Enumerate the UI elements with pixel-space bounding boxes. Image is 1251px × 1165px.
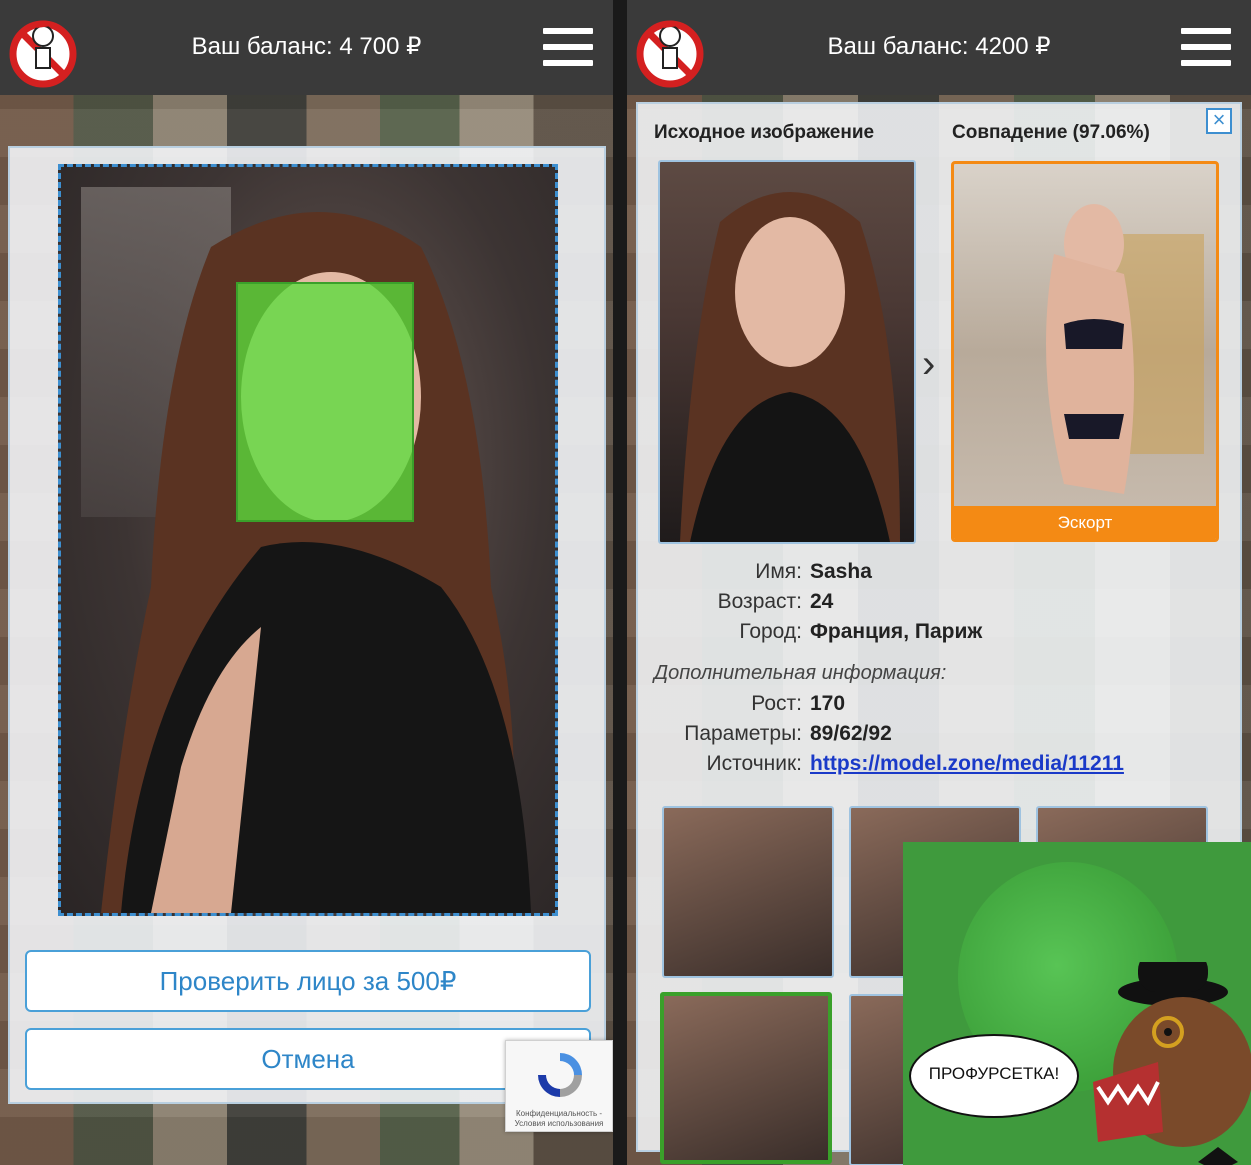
face-check-dialog: Проверить лицо за 500₽ Отмена <box>8 146 606 1104</box>
hamburger-menu-icon[interactable] <box>543 28 593 66</box>
params-label: Параметры: <box>684 722 802 745</box>
age-value: 24 <box>810 590 834 613</box>
recaptcha-badge[interactable]: Конфиденциальность - Условия использован… <box>505 1040 613 1132</box>
row-source: Источник: https://model.zone/media/11211 <box>638 752 1238 780</box>
header-bar: Ваш баланс: 4200 ₽ <box>627 0 1251 95</box>
bear-illustration <box>1093 962 1251 1165</box>
source-portrait <box>680 192 900 542</box>
hamburger-menu-icon[interactable] <box>1181 28 1231 66</box>
source-label: Источник: <box>706 752 802 775</box>
gallery-thumb-selected[interactable] <box>660 992 832 1164</box>
city-value: Франция, Париж <box>810 620 983 643</box>
name-value: Sasha <box>810 560 872 583</box>
portrait-illustration <box>101 212 531 913</box>
gallery-thumb[interactable] <box>662 806 834 978</box>
source-link[interactable]: https://model.zone/media/11211 <box>810 752 1124 776</box>
height-label: Рост: <box>751 692 802 715</box>
name-label: Имя: <box>755 560 802 583</box>
age-label: Возраст: <box>717 590 802 613</box>
root: Ваш баланс: 4 700 ₽ Проверить лицо за 50… <box>0 0 1251 1165</box>
match-photo[interactable]: Эскорт <box>951 161 1219 542</box>
recaptcha-icon <box>538 1053 582 1097</box>
height-value: 170 <box>810 692 846 715</box>
row-params: Параметры: 89/62/92 <box>638 722 1238 750</box>
match-category-label: Эскорт <box>954 506 1216 539</box>
source-image-title: Исходное изображение <box>654 122 875 143</box>
match-title: Совпадение (97.06%) <box>952 122 1150 143</box>
close-icon[interactable]: × <box>1206 108 1232 134</box>
uploaded-photo <box>58 164 558 916</box>
source-photo <box>658 160 916 544</box>
city-label: Город: <box>739 620 802 643</box>
row-city: Город: Франция, Париж <box>638 620 1238 648</box>
recaptcha-text[interactable]: Конфиденциальность - Условия использован… <box>508 1109 610 1129</box>
balance-label: Ваш баланс: 4200 ₽ <box>827 33 1051 60</box>
match-portrait <box>1046 204 1204 494</box>
extra-info-label: Дополнительная информация: <box>654 662 947 684</box>
left-screen: Ваш баланс: 4 700 ₽ Проверить лицо за 50… <box>0 0 613 1165</box>
row-age: Возраст: 24 <box>638 590 1238 618</box>
detected-face-box <box>236 282 414 522</box>
header-bar: Ваш баланс: 4 700 ₽ <box>0 0 613 95</box>
balance-label: Ваш баланс: 4 700 ₽ <box>191 33 422 60</box>
check-face-button[interactable]: Проверить лицо за 500₽ <box>25 950 591 1012</box>
row-name: Имя: Sasha <box>638 560 1238 588</box>
speech-bubble: ПРОФУРСЕТКА! <box>909 1034 1079 1118</box>
speech-bubble-text: ПРОФУРСЕТКА! <box>928 1064 1060 1083</box>
chevron-right-icon: › <box>922 342 936 386</box>
params-value: 89/62/92 <box>810 722 892 745</box>
meme-overlay: ПРОФУРСЕТКА! <box>903 842 1251 1165</box>
row-height: Рост: 170 <box>638 692 1238 720</box>
